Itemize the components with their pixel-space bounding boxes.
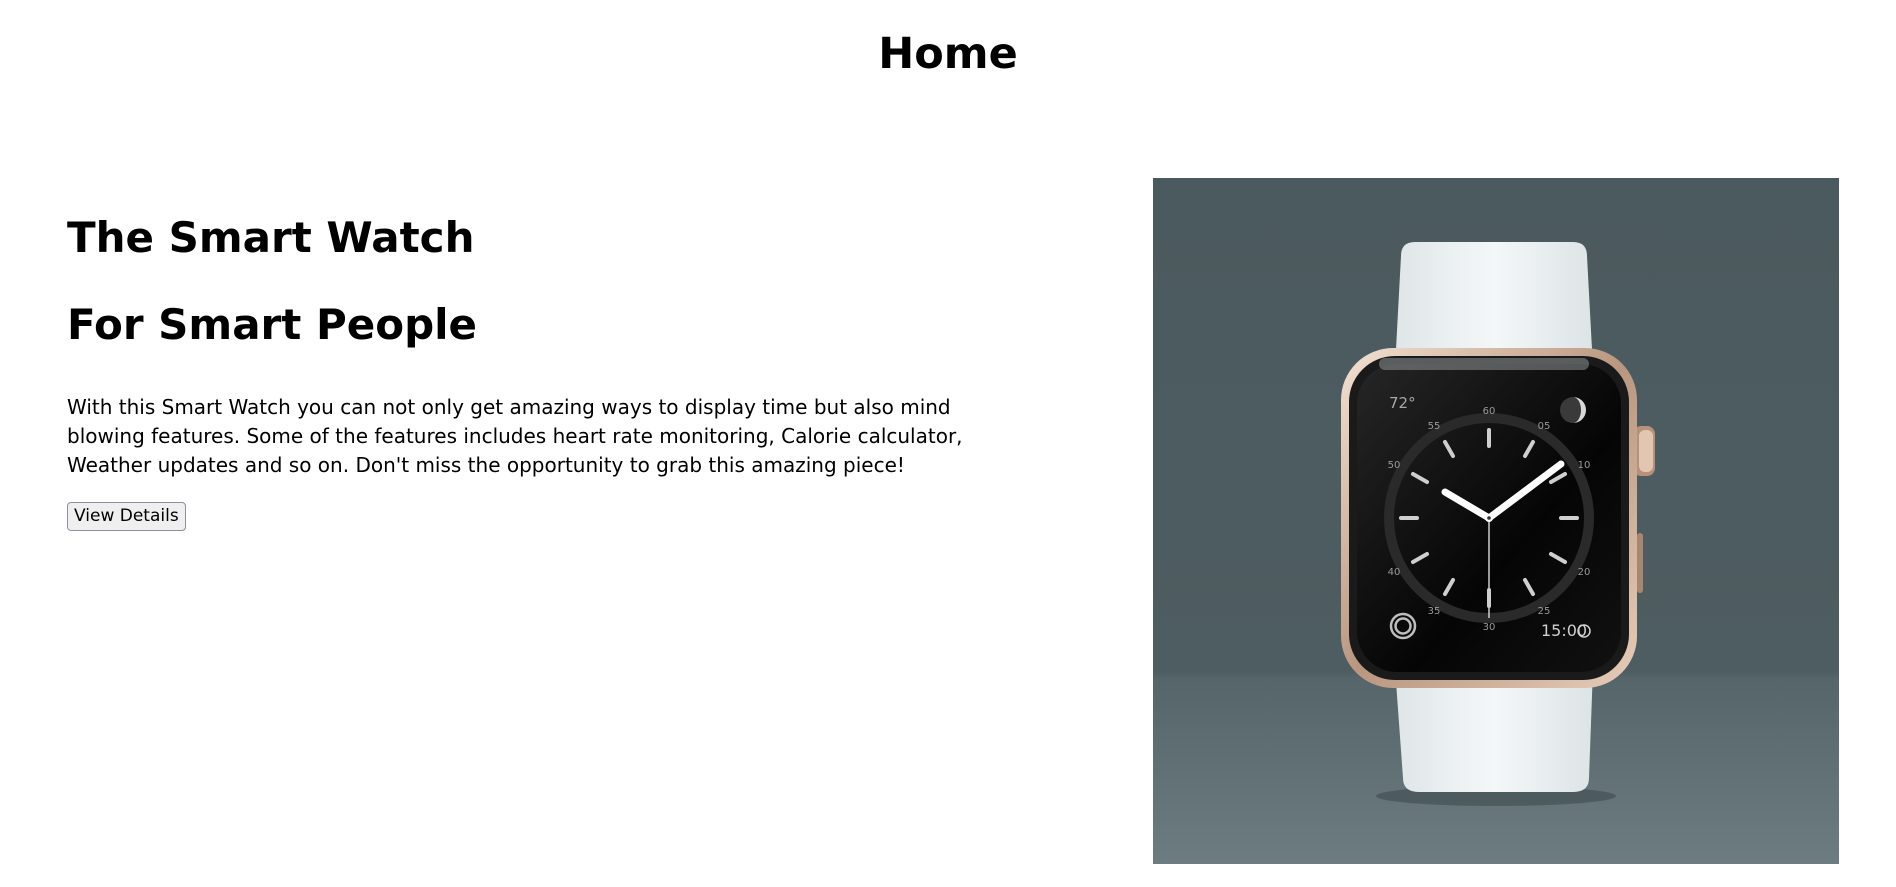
hero-text-section: The Smart Watch For Smart People With th… bbox=[67, 208, 1027, 531]
watch-temperature: 72° bbox=[1389, 394, 1416, 412]
watch-mark-60: 60 bbox=[1483, 406, 1496, 417]
hero-headline-line2: For Smart People bbox=[67, 300, 478, 349]
watch-mark-35: 35 bbox=[1428, 606, 1441, 617]
watch-mark-40: 40 bbox=[1388, 567, 1401, 578]
watch-mark-25: 25 bbox=[1538, 606, 1551, 617]
watch-mark-30: 30 bbox=[1483, 622, 1496, 633]
watch-mark-55: 55 bbox=[1428, 421, 1441, 432]
watch-mark-10: 10 bbox=[1578, 460, 1591, 471]
hero-description: With this Smart Watch you can not only g… bbox=[67, 395, 963, 477]
watch-mark-20: 20 bbox=[1578, 567, 1591, 578]
watch-mark-05: 05 bbox=[1538, 421, 1551, 432]
hero-headline-line1: The Smart Watch bbox=[67, 213, 475, 262]
smart-watch-product-image: 60 05 10 20 25 30 35 40 50 55 72° 15:00 bbox=[1153, 178, 1839, 864]
watch-mark-50: 50 bbox=[1388, 460, 1401, 471]
watch-timer: 15:00 bbox=[1541, 621, 1587, 640]
view-details-button[interactable]: View Details bbox=[67, 502, 186, 531]
page-title: Home bbox=[878, 29, 1018, 79]
